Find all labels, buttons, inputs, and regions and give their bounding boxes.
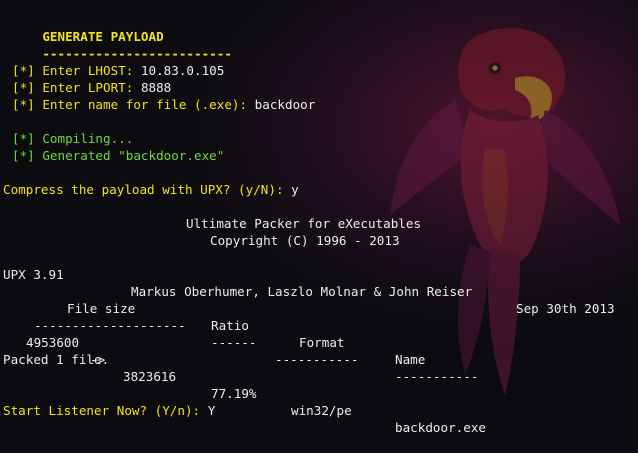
- lport-value: 8888: [140, 80, 172, 95]
- original-size: 4953600: [26, 335, 80, 350]
- listener-answer[interactable]: Y: [208, 403, 216, 418]
- prompt-marker: [*]: [12, 63, 35, 78]
- generated-line: [*] Generated "backdoor.exe": [12, 147, 638, 164]
- compression-ratio: 77.19%: [211, 386, 257, 401]
- generated-message: Generated "backdoor.exe": [42, 148, 225, 163]
- lport-line: [*] Enter LPORT: 8888: [12, 79, 638, 96]
- upx-table-header: File size Ratio Format Name: [0, 283, 638, 367]
- header-rule-line: -------------------------: [12, 28, 638, 61]
- filename-prompt: Enter name for file (.exe):: [42, 97, 248, 112]
- packed-size: 3823616: [123, 369, 177, 384]
- upx-prompt: Compress the payload with UPX? (y/N):: [3, 182, 284, 197]
- upx-table-rule: -------------------- ------ ----------- …: [0, 300, 638, 384]
- header-rule: -------------------------: [42, 46, 232, 61]
- filename-value: backdoor: [254, 97, 316, 112]
- upx-answer: y: [291, 182, 299, 197]
- prompt-marker: [*]: [12, 80, 35, 95]
- lhost-prompt: Enter LHOST:: [42, 63, 134, 78]
- compiling-line: [*] Compiling...: [12, 130, 638, 147]
- upx-banner-title: Ultimate Packer for eXecutables: [186, 216, 422, 231]
- lhost-line: [*] Enter LHOST: 10.83.0.105: [12, 62, 638, 79]
- payload-header: GENERATE PAYLOAD: [12, 11, 638, 44]
- compiling-message: Compiling...: [42, 131, 134, 146]
- listener-prompt-line[interactable]: Start Listener Now? (Y/n): Y: [3, 402, 638, 419]
- filename-line: [*] Enter name for file (.exe): backdoor: [12, 96, 638, 113]
- prompt-marker: [*]: [12, 97, 35, 112]
- terminal-window: GENERATE PAYLOAD -----------------------…: [0, 0, 638, 435]
- prompt-marker: [*]: [12, 131, 35, 146]
- upx-copyright: Copyright (C) 1996 - 2013: [210, 233, 400, 248]
- rule-ratio: ------: [211, 335, 257, 350]
- packed-message: Packed 1 file.: [3, 352, 110, 367]
- prompt-marker: [*]: [12, 148, 35, 163]
- col-format: Format: [299, 335, 345, 350]
- lport-prompt: Enter LPORT:: [42, 80, 134, 95]
- upx-prompt-line: Compress the payload with UPX? (y/N): y: [3, 181, 638, 198]
- upx-version-line: UPX 3.91 Markus Oberhumer, Laszlo Molnar…: [3, 249, 638, 316]
- table-row: 4953600 -> 3823616 77.19% win32/pe backd…: [0, 317, 638, 435]
- listener-prompt: Start Listener Now? (Y/n):: [3, 403, 201, 418]
- rule-name: -----------: [395, 369, 479, 384]
- upx-version: UPX 3.91: [3, 267, 64, 282]
- lhost-value: 10.83.0.105: [140, 63, 225, 78]
- file-name: backdoor.exe: [395, 420, 486, 435]
